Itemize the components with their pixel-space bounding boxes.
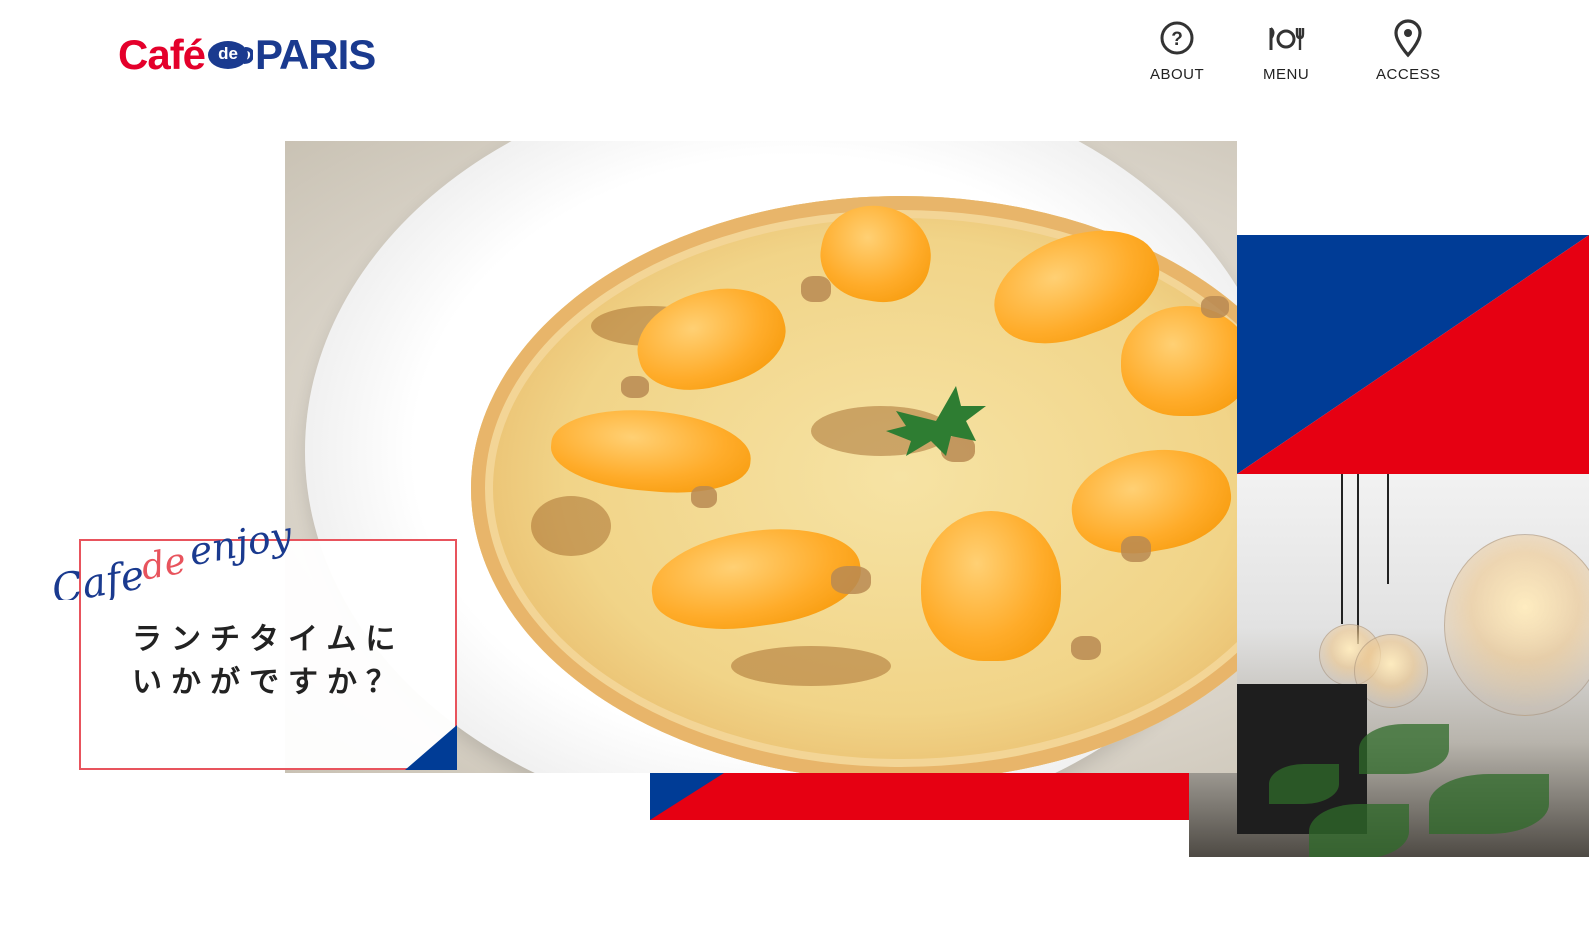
tricolor-diagonal-block-right (1237, 235, 1589, 474)
caption-line-1: ランチタイムに (132, 622, 405, 657)
map-pin-icon (1388, 18, 1428, 58)
nav-about-label: ABOUT (1150, 66, 1205, 83)
cafe-interior-photo (1189, 474, 1589, 857)
nav-access[interactable]: ACCESS (1376, 18, 1441, 83)
hero-caption-text: ランチタイムに いかがですか？ (132, 618, 432, 704)
logo-de-text: de (218, 44, 238, 63)
svg-text:de: de (138, 541, 189, 589)
tricolor-diagonal-block-bottom (650, 773, 1189, 820)
svg-text:enjoy: enjoy (186, 513, 296, 574)
svg-text:Cafe: Cafe (48, 552, 148, 600)
nav-about[interactable]: ? ABOUT (1150, 18, 1204, 83)
svg-text:?: ? (1171, 29, 1183, 50)
caption-line-2: いかがですか？ (132, 665, 405, 700)
logo-cafe-text: Café (118, 31, 206, 78)
cafe-de-enjoy-script: Cafe de enjoy (48, 513, 296, 600)
question-circle-icon: ? (1157, 18, 1197, 58)
logo-cup-mark: de (207, 39, 254, 71)
logo-paris-text: PARIS (255, 31, 376, 78)
nav-menu[interactable]: MENU (1263, 18, 1309, 83)
parsley-garnish (886, 386, 986, 456)
nav-menu-label: MENU (1263, 66, 1310, 83)
caption-corner-triangle (405, 725, 457, 770)
nav-access-label: ACCESS (1376, 66, 1441, 83)
cutlery-plate-icon (1266, 18, 1306, 58)
cafe-de-paris-logo[interactable]: Café de PARIS (118, 30, 376, 80)
